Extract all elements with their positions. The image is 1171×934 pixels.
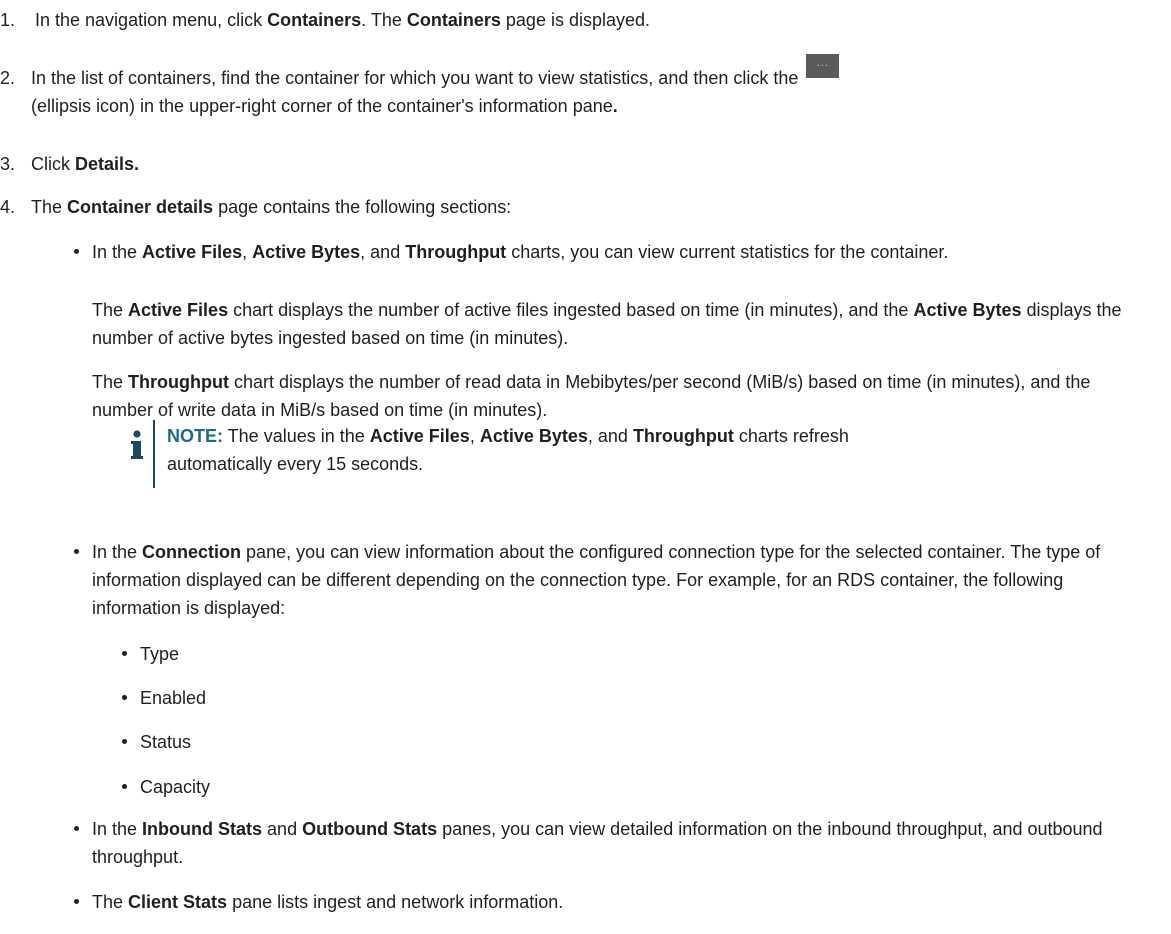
list-item-text: Status xyxy=(140,732,192,752)
step-number: 1. xyxy=(0,10,16,30)
bullet-dot xyxy=(122,739,127,744)
step-number: 3. xyxy=(0,154,16,174)
bullet-dot xyxy=(122,784,127,789)
step-text: In the list of containers, find the cont… xyxy=(31,54,1150,120)
paragraph-throughput: The Throughput chart displays the number… xyxy=(92,372,1091,420)
step-number: 2. xyxy=(0,68,16,88)
paragraph-active-files: The Active Files chart displays the numb… xyxy=(92,300,1122,348)
bullet-dot xyxy=(74,826,79,831)
bullet-dot xyxy=(74,249,79,254)
list-item-text: In the Connection pane, you can view inf… xyxy=(92,542,1101,618)
info-icon xyxy=(131,430,143,459)
note-divider xyxy=(153,420,155,488)
list-item-text: In the Inbound Stats and Outbound Stats … xyxy=(92,819,1103,867)
bullet-dot xyxy=(122,651,127,656)
bullet-dot xyxy=(74,549,79,554)
list-item-text: Type xyxy=(140,644,180,664)
list-item-text: In the Active Files, Active Bytes, and T… xyxy=(92,242,949,262)
bullet-dot xyxy=(74,899,79,904)
step-text: Click Details. xyxy=(31,154,140,174)
step-text: The Container details page contains the … xyxy=(31,197,512,217)
note-text: NOTE: The values in the Active Files, Ac… xyxy=(167,426,849,474)
list-item-text: Enabled xyxy=(140,688,207,708)
note-callout: NOTE: The values in the Active Files, Ac… xyxy=(130,420,910,488)
step-text: In the navigation menu, click Containers… xyxy=(35,10,651,30)
list-item-text: Capacity xyxy=(140,777,211,797)
step-number: 4. xyxy=(0,197,16,217)
list-item-text: The Client Stats pane lists ingest and n… xyxy=(92,892,564,912)
ellipsis-icon: ... xyxy=(806,54,840,78)
bullet-dot xyxy=(122,695,127,700)
